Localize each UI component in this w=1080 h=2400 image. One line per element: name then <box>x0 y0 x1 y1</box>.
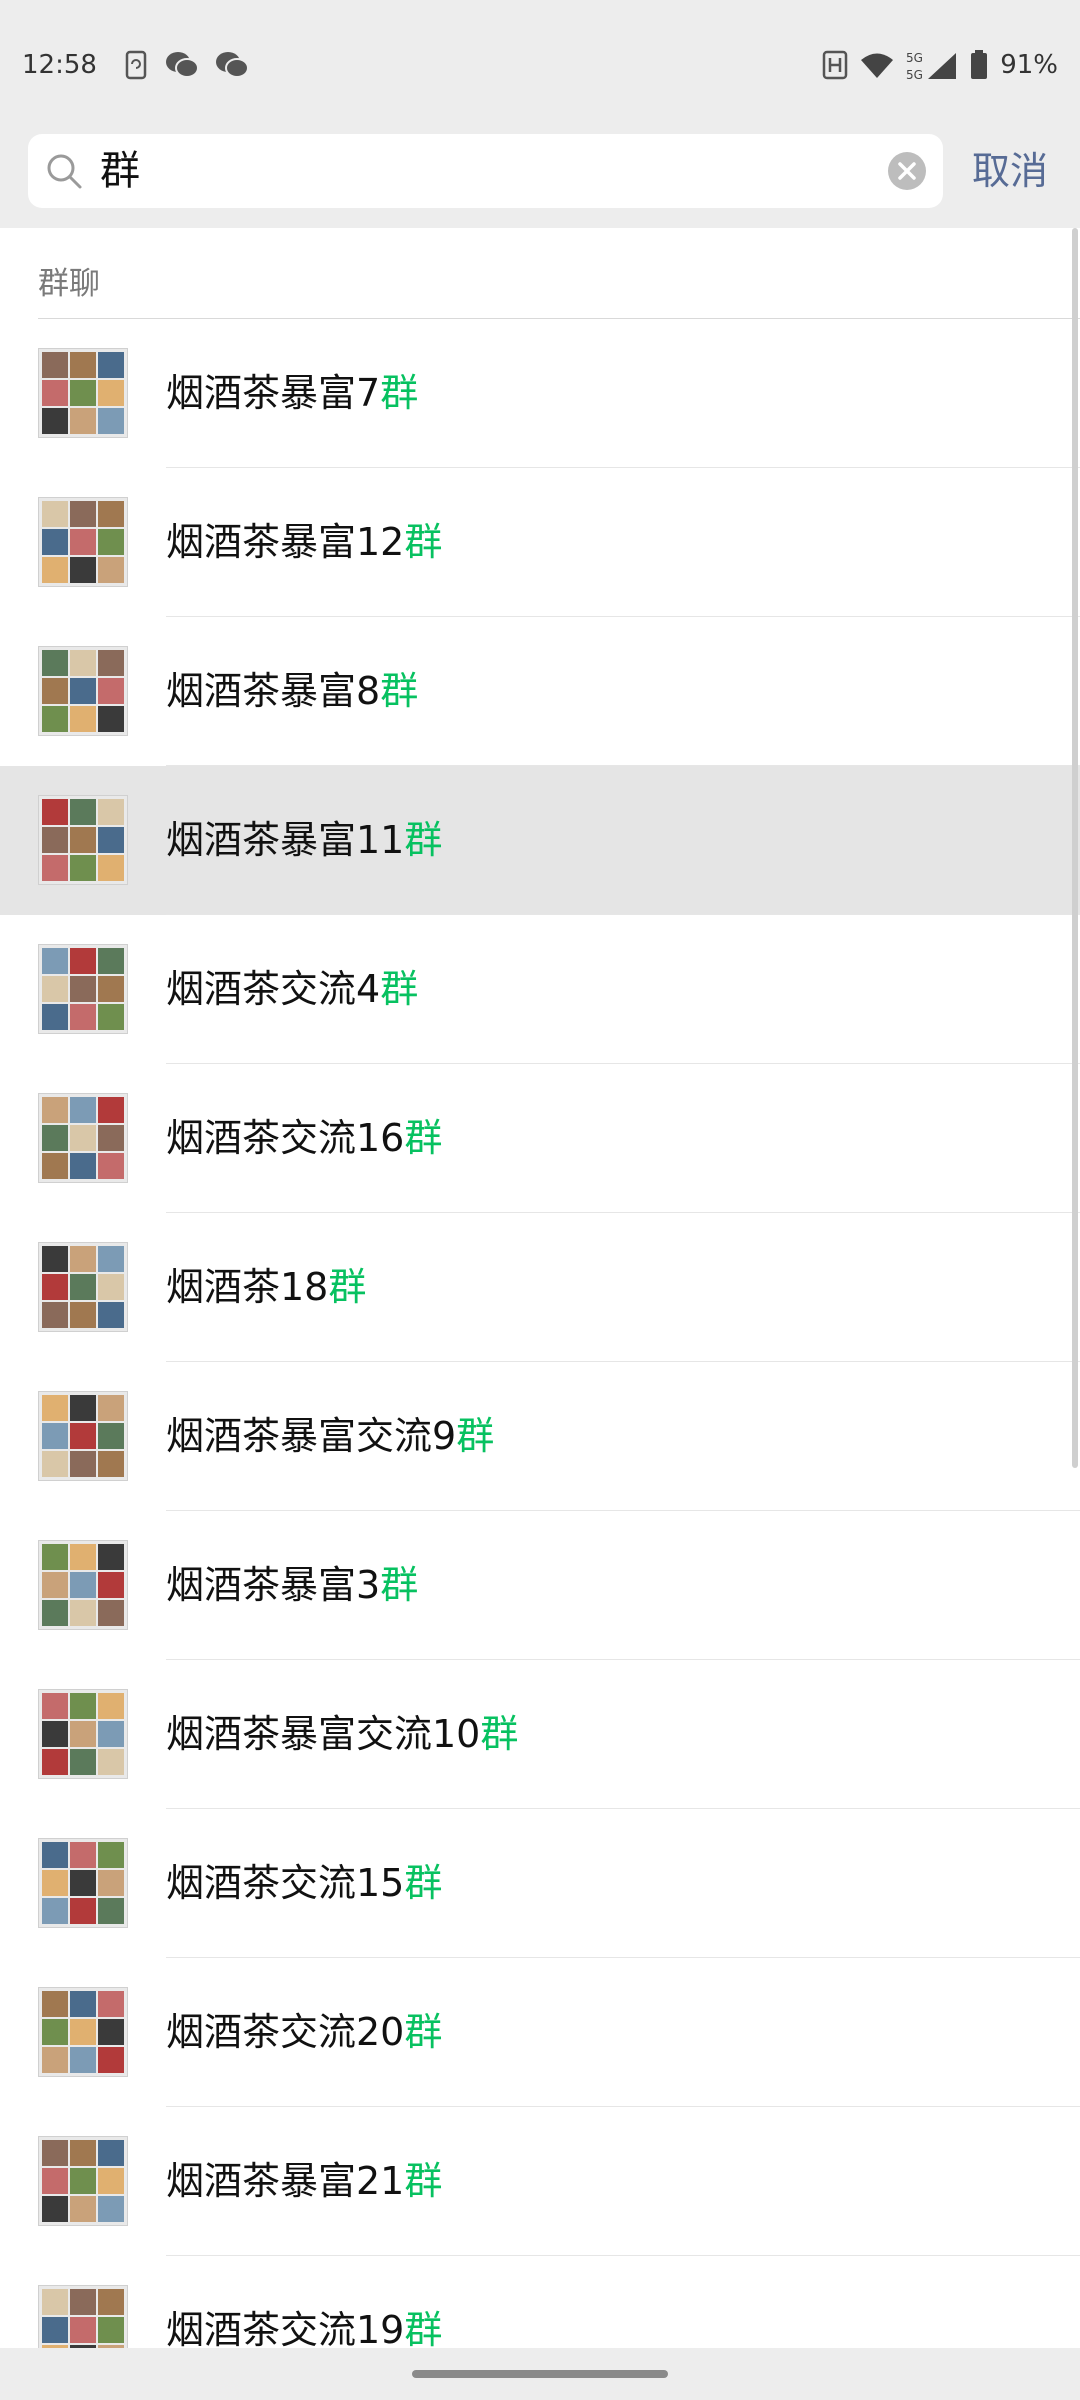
group-name: 烟酒茶交流4群 <box>166 915 418 1064</box>
wechat-icon <box>215 52 249 78</box>
group-avatar <box>38 2136 128 2226</box>
search-match-highlight: 群 <box>380 669 419 713</box>
list-item[interactable]: 烟酒茶暴富3群 <box>0 1511 1080 1660</box>
group-name-text: 烟酒茶交流20 <box>166 2010 405 2054</box>
navigation-bar <box>0 2348 1080 2400</box>
system-status-icons: 5G 5G 91% <box>822 49 1058 81</box>
search-match-highlight: 群 <box>456 1414 495 1458</box>
status-bar: 12:58 5G 5G 91% <box>0 0 1080 130</box>
list-item[interactable]: 烟酒茶交流20群 <box>0 1958 1080 2107</box>
group-name-text: 烟酒茶暴富3 <box>166 1563 381 1607</box>
group-avatar <box>38 795 128 885</box>
svg-text:5G: 5G <box>906 68 923 81</box>
group-name: 烟酒茶暴富7群 <box>166 319 418 468</box>
group-name: 烟酒茶暴富21群 <box>166 2107 442 2256</box>
group-name-text: 烟酒茶暴富8 <box>166 669 381 713</box>
list-item[interactable]: 烟酒茶暴富11群 <box>0 766 1080 915</box>
search-icon <box>47 154 82 189</box>
group-name: 烟酒茶18群 <box>166 1213 366 1362</box>
group-name-text: 烟酒茶交流15 <box>166 1861 405 1905</box>
search-match-highlight: 群 <box>380 967 419 1011</box>
list-item[interactable]: 烟酒茶暴富21群 <box>0 2107 1080 2256</box>
search-match-highlight: 群 <box>328 1265 367 1309</box>
home-indicator[interactable] <box>412 2370 668 2378</box>
5g-signal-icon: 5G 5G <box>906 51 957 81</box>
search-match-highlight: 群 <box>404 520 443 564</box>
group-name-text: 烟酒茶交流16 <box>166 1116 405 1160</box>
group-avatar <box>38 1540 128 1630</box>
section-title: 群聊 <box>38 266 100 302</box>
group-name: 烟酒茶暴富11群 <box>166 766 442 915</box>
search-box[interactable]: 群 <box>28 134 943 208</box>
group-avatar <box>38 1689 128 1779</box>
wechat-icon <box>165 52 199 78</box>
group-name-text: 烟酒茶暴富交流9 <box>166 1414 457 1458</box>
list-item[interactable]: 烟酒茶暴富12群 <box>0 468 1080 617</box>
group-avatar <box>38 348 128 438</box>
scrollbar[interactable] <box>1072 228 1078 1468</box>
group-name-text: 烟酒茶暴富7 <box>166 371 381 415</box>
clear-icon[interactable] <box>887 151 927 191</box>
battery-icon <box>971 50 988 79</box>
group-name-text: 烟酒茶暴富交流10 <box>166 1712 481 1756</box>
search-match-highlight: 群 <box>404 2010 443 2054</box>
group-avatar <box>38 1987 128 2077</box>
group-name: 烟酒茶交流15群 <box>166 1809 442 1958</box>
list-item[interactable]: 烟酒茶交流15群 <box>0 1809 1080 1958</box>
search-match-highlight: 群 <box>404 1116 443 1160</box>
list-item[interactable]: 烟酒茶暴富8群 <box>0 617 1080 766</box>
cancel-button[interactable]: 取消 <box>972 134 1048 208</box>
group-avatar <box>38 1242 128 1332</box>
list-item[interactable]: 烟酒茶暴富交流10群 <box>0 1660 1080 1809</box>
search-match-highlight: 群 <box>404 818 443 862</box>
status-time: 12:58 <box>22 50 97 80</box>
group-avatar <box>38 646 128 736</box>
group-name: 烟酒茶暴富交流10群 <box>166 1660 518 1809</box>
group-chat-list: 烟酒茶暴富7群 烟酒茶暴富12群 烟酒茶暴富8群 烟酒茶暴富11群 烟酒茶交流4群 烟酒茶… <box>0 319 1080 2400</box>
group-name-text: 烟酒茶交流4 <box>166 967 381 1011</box>
group-name-text: 烟酒茶18 <box>166 1265 329 1309</box>
group-name-text: 烟酒茶暴富11 <box>166 818 405 862</box>
phone-sync-icon <box>125 50 147 80</box>
group-name: 烟酒茶暴富交流9群 <box>166 1362 494 1511</box>
group-avatar <box>38 1093 128 1183</box>
list-item[interactable]: 烟酒茶交流4群 <box>0 915 1080 1064</box>
group-avatar <box>38 497 128 587</box>
search-match-highlight: 群 <box>404 2308 443 2352</box>
search-match-highlight: 群 <box>404 1861 443 1905</box>
group-name: 烟酒茶交流16群 <box>166 1064 442 1213</box>
search-match-highlight: 群 <box>380 1563 419 1607</box>
search-match-highlight: 群 <box>380 371 419 415</box>
group-name: 烟酒茶交流20群 <box>166 1958 442 2107</box>
group-avatar <box>38 1838 128 1928</box>
search-header: 群 取消 <box>0 130 1080 228</box>
search-input[interactable]: 群 <box>100 134 140 208</box>
group-avatar <box>38 944 128 1034</box>
list-item[interactable]: 烟酒茶暴富7群 <box>0 319 1080 468</box>
battery-percent: 91% <box>1000 50 1058 80</box>
nfc-icon <box>822 50 848 80</box>
list-item[interactable]: 烟酒茶交流16群 <box>0 1064 1080 1213</box>
group-name-text: 烟酒茶暴富21 <box>166 2159 405 2203</box>
group-avatar <box>38 1391 128 1481</box>
svg-text:5G: 5G <box>906 51 923 65</box>
search-match-highlight: 群 <box>404 2159 443 2203</box>
group-name-text: 烟酒茶交流19 <box>166 2308 405 2352</box>
search-match-highlight: 群 <box>480 1712 519 1756</box>
group-name: 烟酒茶暴富3群 <box>166 1511 418 1660</box>
wifi-icon <box>861 53 894 78</box>
list-item[interactable]: 烟酒茶暴富交流9群 <box>0 1362 1080 1511</box>
group-name-text: 烟酒茶暴富12 <box>166 520 405 564</box>
list-item[interactable]: 烟酒茶18群 <box>0 1213 1080 1362</box>
group-name: 烟酒茶暴富8群 <box>166 617 418 766</box>
notification-icons <box>123 50 249 80</box>
group-name: 烟酒茶暴富12群 <box>166 468 442 617</box>
